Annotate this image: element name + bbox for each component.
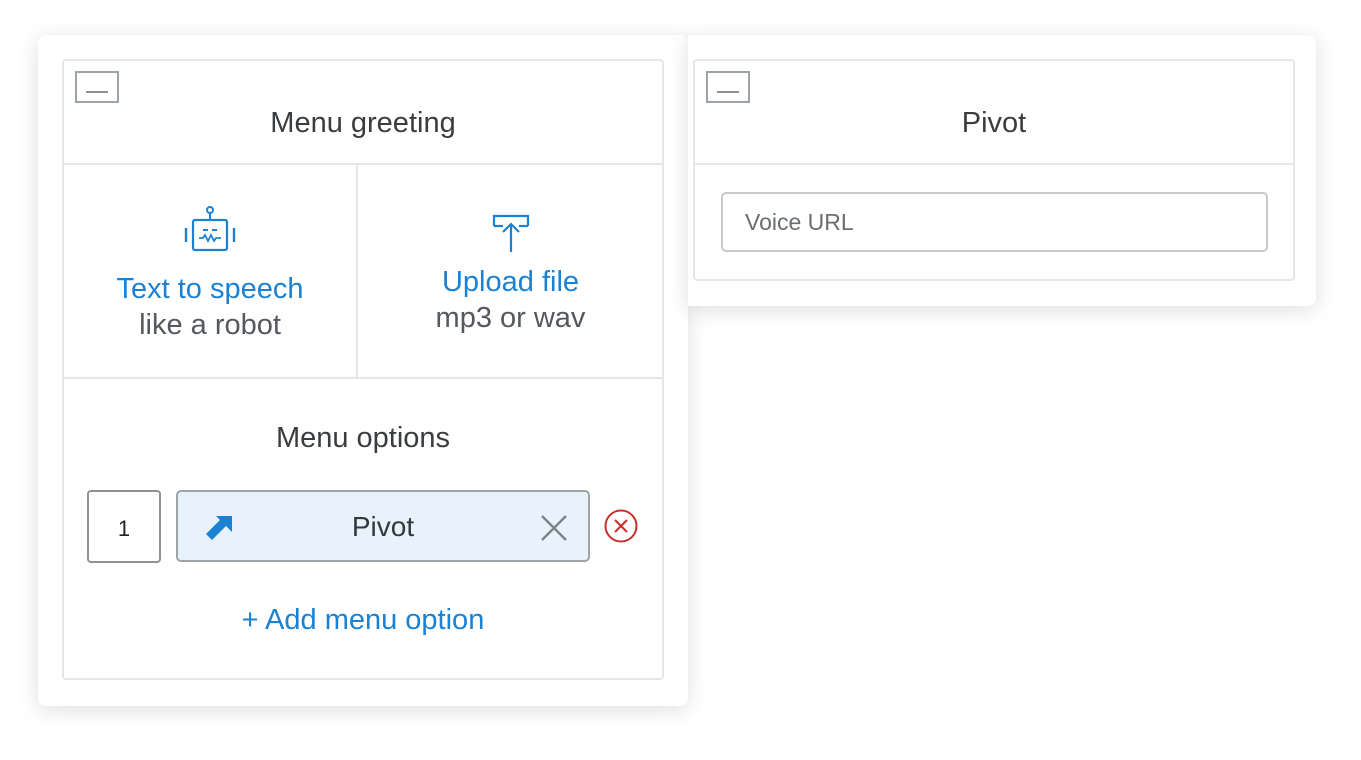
upload-subtitle: mp3 or wav — [435, 302, 586, 334]
add-menu-option-link[interactable]: + Add menu option — [62, 604, 664, 637]
remove-option-icon[interactable] — [603, 508, 639, 544]
upload-file-option[interactable]: Upload file mp3 or wav — [358, 212, 663, 336]
upload-title: Upload file — [441, 266, 580, 298]
option-number-input[interactable]: 1 — [87, 490, 161, 563]
upload-icon — [492, 214, 529, 252]
tts-title: Text to speech — [116, 273, 304, 305]
menu-greeting-title: Menu greeting — [270, 107, 456, 139]
option-target-pill[interactable]: Pivot — [176, 490, 590, 562]
collapse-menu-button[interactable] — [75, 71, 119, 103]
option-target-label: Pivot — [351, 511, 415, 542]
divider — [694, 163, 1294, 165]
minus-icon — [717, 91, 739, 93]
close-icon[interactable] — [540, 514, 568, 542]
pivot-title: Pivot — [961, 107, 1027, 139]
menu-greeting-panel — [62, 59, 664, 680]
collapse-pivot-button[interactable] — [706, 71, 750, 103]
tts-subtitle: like a robot — [139, 309, 281, 341]
minus-icon — [86, 91, 108, 93]
divider — [63, 163, 663, 165]
robot-icon — [184, 206, 236, 252]
menu-options-title: Menu options — [275, 422, 451, 454]
voice-url-input[interactable] — [721, 192, 1268, 252]
divider — [63, 377, 663, 379]
text-to-speech-option[interactable]: Text to speech like a robot — [64, 205, 356, 343]
